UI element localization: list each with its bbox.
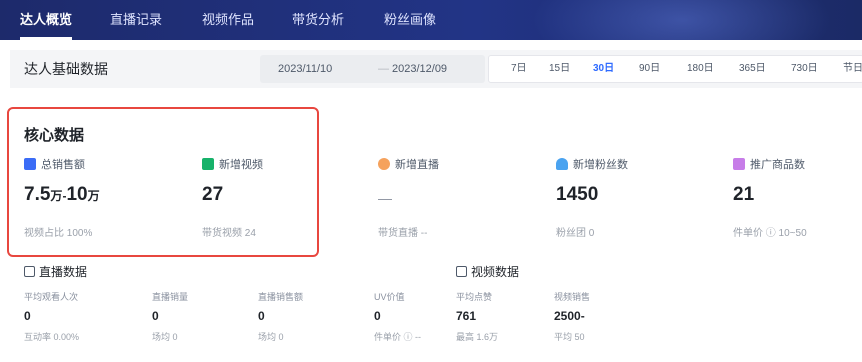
period-365d[interactable]: 365日 <box>739 56 766 82</box>
product-icon <box>733 158 745 170</box>
period-730d[interactable]: 730日 <box>791 56 818 82</box>
tab-sales-analysis[interactable]: 带货分析 <box>292 0 344 40</box>
metric-sub: 视频占比 100% <box>24 228 93 239</box>
period-30d[interactable]: 30日 <box>593 56 614 82</box>
metric-value: 27 <box>202 184 224 205</box>
period-180d[interactable]: 180日 <box>687 56 714 82</box>
content-fade-overlay <box>602 278 862 362</box>
nav-decoration <box>532 0 832 40</box>
period-15d[interactable]: 15日 <box>549 56 570 82</box>
metric-value: 21 <box>733 184 755 205</box>
metric-label: 新增粉丝数 <box>573 159 628 171</box>
tab-video-works[interactable]: 视频作品 <box>202 0 254 40</box>
period-holiday[interactable]: 节日 <box>843 56 862 82</box>
video-icon <box>202 158 214 170</box>
metric-sub: 带货直播 -- <box>378 228 428 239</box>
live-data-icon <box>24 266 35 277</box>
live-cell-sales-volume: 直播销量 0 场均 0 <box>152 292 189 342</box>
metric-sub: 带货视频 24 <box>202 228 256 239</box>
metric-label: 推广商品数 <box>750 159 805 171</box>
live-cell-avg-viewers: 平均观看人次 0 互动率 0.00% <box>24 292 80 342</box>
live-icon <box>378 158 390 170</box>
metric-label: 新增视频 <box>219 159 263 171</box>
live-data-section-title: 直播数据 <box>24 263 87 280</box>
period-7d[interactable]: 7日 <box>511 56 527 82</box>
live-cell-uv-value: UV价值 0 件单价 ⓘ -- <box>374 292 421 342</box>
date-end[interactable]: 2023/12/09 <box>392 55 447 83</box>
tab-live-records[interactable]: 直播记录 <box>110 0 162 40</box>
metric-label: 新增直播 <box>395 159 439 171</box>
date-start[interactable]: 2023/11/10 <box>278 55 332 83</box>
basic-data-title: 达人基础数据 <box>24 61 108 77</box>
video-cell-sales: 视频销售 2500- 平均 50 <box>554 292 591 342</box>
metric-sub: 件单价 ⓘ 10~50 <box>733 228 807 239</box>
period-90d[interactable]: 90日 <box>639 56 660 82</box>
metric-value: — <box>378 190 392 206</box>
live-cell-sales-amount: 直播销售额 0 场均 0 <box>258 292 304 342</box>
video-data-icon <box>456 266 467 277</box>
top-navigation: 达人概览 直播记录 视频作品 带货分析 粉丝画像 <box>0 0 862 40</box>
metric-sub: 粉丝团 0 <box>556 228 595 239</box>
metric-label: 总销售额 <box>41 159 85 171</box>
date-separator: — <box>378 63 389 75</box>
video-cell-avg-likes: 平均点赞 761 最高 1.6万 <box>456 292 499 342</box>
core-data-title: 核心数据 <box>24 127 85 144</box>
date-range-picker[interactable]: 2023/11/10 — 2023/12/09 <box>260 55 485 83</box>
period-selector: 7日 15日 30日 90日 180日 365日 730日 节日 <box>488 55 862 83</box>
fans-icon <box>556 158 568 170</box>
tab-fan-profile[interactable]: 粉丝画像 <box>384 0 436 40</box>
filter-bar: 达人基础数据 2023/11/10 — 2023/12/09 7日 15日 30… <box>10 50 862 88</box>
tab-overview[interactable]: 达人概览 <box>20 0 73 40</box>
video-data-section-title: 视频数据 <box>456 263 519 280</box>
metric-value: 7.5万-10万 <box>24 184 100 205</box>
metric-value: 1450 <box>556 184 599 205</box>
sales-icon <box>24 158 36 170</box>
